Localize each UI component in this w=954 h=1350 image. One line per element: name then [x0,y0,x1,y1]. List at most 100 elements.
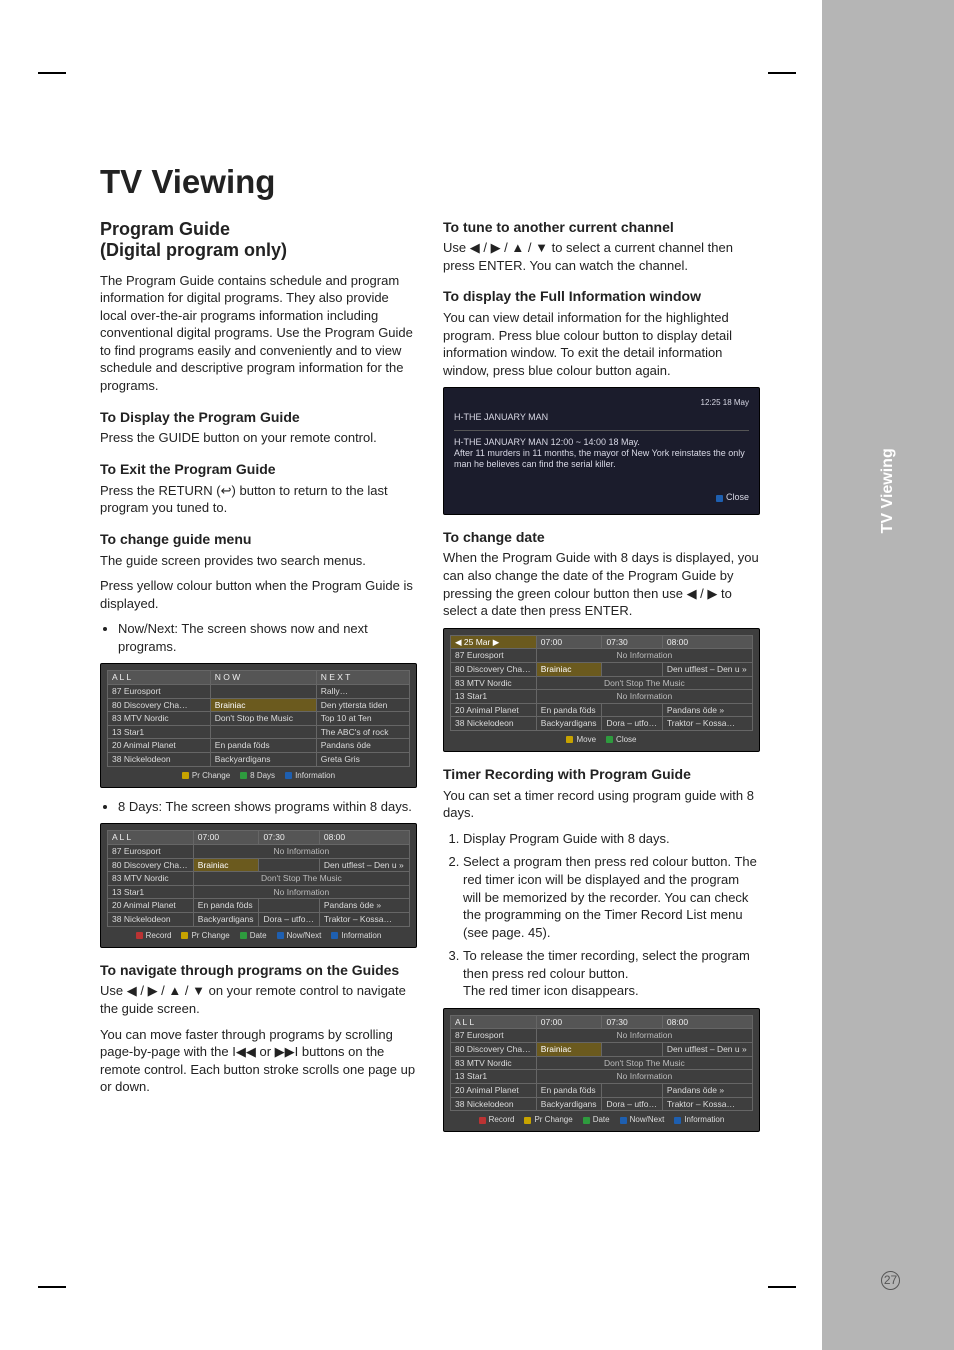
paragraph: You can view detail information for the … [443,309,760,379]
subheading: To change guide menu [100,531,417,548]
channel-cell: 13 Star1 [108,885,194,899]
skip-forward-icon: ▶▶I [275,1044,299,1059]
page-title: TV Viewing [100,160,760,205]
program-cell: Don't Stop The Music [193,872,409,886]
channel-cell: 83 MTV Nordic [108,872,194,886]
channel-cell: 87 Eurosport [108,684,211,698]
guide-screenshot-nownext: A L L N O W N E X T 87 EurosportRally…80… [100,663,417,787]
legend-item: Information [341,931,381,940]
col-header: 08:00 [662,635,752,649]
subheading: To navigate through programs on the Guid… [100,962,417,979]
text: Use [443,240,470,255]
channel-cell: 83 MTV Nordic [108,712,211,726]
channel-cell: 20 Animal Planet [108,899,194,913]
step: Display Program Guide with 8 days. [463,830,760,848]
section-heading: Program Guide (Digital program only) [100,219,417,262]
program-cell [602,703,662,717]
program-cell: Backyardigans [210,753,316,767]
page-number: 27 [881,1271,900,1290]
program-cell: Pandans öde [316,739,409,753]
channel-cell: 13 Star1 [451,1070,537,1084]
program-cell: Brainiac [193,858,259,872]
text: or [256,1044,275,1059]
channel-cell: 87 Eurosport [108,844,194,858]
subheading: To change date [443,529,760,546]
paragraph: You can move faster through programs by … [100,1026,417,1096]
program-cell: En panda föds [210,739,316,753]
col-header: 07:00 [193,831,259,845]
program-cell: En panda föds [536,1083,602,1097]
program-cell: Den utflest – Den u » [662,1043,752,1057]
program-cell: Backyardigans [536,1097,602,1111]
skip-back-icon: I◀◀ [232,1044,256,1059]
subheading: To display the Full Information window [443,288,760,305]
legend-item: Record [146,931,172,940]
channel-cell: 20 Animal Planet [451,703,537,717]
legend-item: Pr Change [191,931,229,940]
program-cell: Dora – utfo… [259,913,319,927]
paragraph: Press the RETURN (↩) button to return to… [100,482,417,517]
col-header: 07:30 [259,831,319,845]
legend-item: Pr Change [534,1115,572,1124]
channel-cell: 87 Eurosport [451,649,537,663]
shotD-body: 87 EurosportNo Information80 Discovery C… [451,1029,753,1111]
program-cell: Dora – utfo… [602,717,662,731]
program-cell: Pandans öde » [319,899,409,913]
program-cell: No Information [536,1029,752,1043]
bullet: Now/Next: The screen shows now and next … [118,620,417,655]
program-cell: Dora – utfo… [602,1097,662,1111]
paragraph: You can set a timer record using program… [443,787,760,822]
program-cell [602,1043,662,1057]
left-column: Program Guide (Digital program only) The… [100,219,417,1143]
channel-cell: 83 MTV Nordic [451,676,537,690]
shotA-body: 87 EurosportRally…80 Discovery Cha…Brain… [108,684,410,766]
program-cell: En panda föds [193,899,259,913]
subheading: To tune to another current channel [443,219,760,236]
program-cell: Backyardigans [536,717,602,731]
program-cell [259,899,319,913]
col-header: N O W [210,671,316,685]
program-cell: En panda föds [536,703,602,717]
text: Use [100,983,127,998]
channel-cell: 13 Star1 [108,725,211,739]
legend-item: Record [489,1115,515,1124]
col-header: A L L [451,1015,537,1029]
program-cell: Den utflest – Den u » [662,662,752,676]
bullet: 8 Days: The screen shows programs within… [118,798,417,816]
legend-item: Now/Next [630,1115,665,1124]
program-cell: Don't Stop the Music [210,712,316,726]
right-column: To tune to another current channel Use ◀… [443,219,760,1143]
legend-item: Close [616,735,636,744]
guide-screenshot-timer: A L L 07:00 07:30 08:00 87 EurosportNo I… [443,1008,760,1132]
channel-cell: 80 Discovery Cha… [451,1043,537,1057]
program-cell: Rally… [316,684,409,698]
program-cell [259,858,319,872]
program-cell: Greta Gris [316,753,409,767]
legend-item: Pr Change [192,771,230,780]
side-tab: TV Viewing 27 [822,0,954,1350]
guide-screenshot-date: ◀ 25 Mar ▶ 07:00 07:30 08:00 87 Eurospor… [443,628,760,752]
legend-item: Now/Next [287,931,322,940]
crop-mark [768,72,796,74]
program-cell: Traktor – Kossa… [662,717,752,731]
legend-item: Date [250,931,267,940]
channel-cell: 13 Star1 [451,690,537,704]
program-cell: Traktor – Kossa… [319,913,409,927]
channel-cell: 38 Nickelodeon [108,753,211,767]
subheading: Timer Recording with Program Guide [443,766,760,783]
program-cell: No Information [536,690,752,704]
program-cell: Den utflest – Den u » [319,858,409,872]
legend-item: Information [295,771,335,780]
paragraph: Press yellow colour button when the Prog… [100,577,417,612]
shotC-body: 87 Eurosport No Information 80 Discovery C… [451,649,753,731]
col-header: A L L [108,831,194,845]
col-header: A L L [108,671,211,685]
step: Select a program then press red colour b… [463,853,760,941]
program-cell: Top 10 at Ten [316,712,409,726]
program-cell: No Information [536,1070,752,1084]
program-cell [602,1083,662,1097]
channel-cell: 87 Eurosport [451,1029,537,1043]
channel-cell: 80 Discovery Cha… [451,662,537,676]
col-header: 08:00 [662,1015,752,1029]
program-cell [602,662,662,676]
